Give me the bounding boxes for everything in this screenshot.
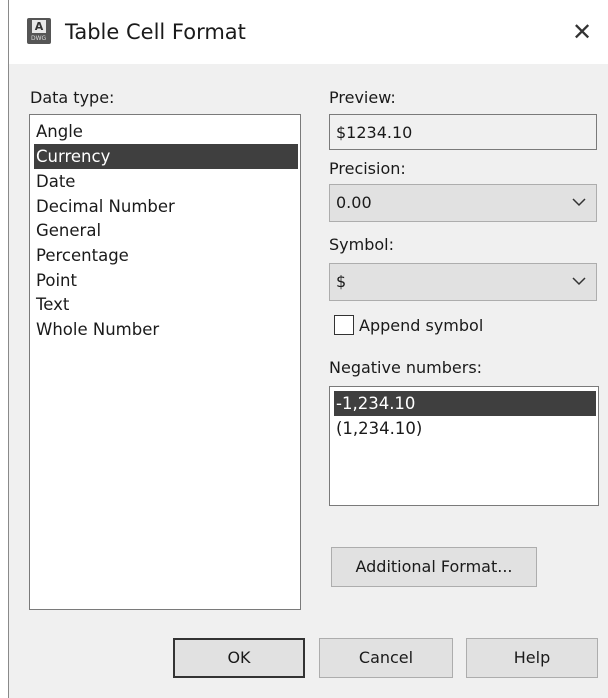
list-item-selected[interactable]: -1,234.10 [334, 391, 596, 416]
symbol-value: $ [336, 272, 347, 291]
append-symbol-checkbox[interactable] [334, 315, 354, 335]
additional-format-button[interactable]: Additional Format... [331, 547, 537, 587]
list-item[interactable]: Point [34, 268, 298, 293]
negative-numbers-list[interactable]: -1,234.10 (1,234.10) [329, 386, 599, 506]
data-type-list[interactable]: Angle Currency Date Decimal Number Gener… [29, 114, 301, 610]
list-item[interactable]: Whole Number [34, 317, 298, 342]
list-item[interactable]: Decimal Number [34, 194, 298, 219]
symbol-label: Symbol: [329, 235, 394, 254]
list-item[interactable]: General [34, 218, 298, 243]
table-cell-format-dialog: A DWG Table Cell Format ✕ Data type: Ang… [8, 0, 608, 698]
help-button[interactable]: Help [466, 638, 598, 678]
list-item[interactable]: (1,234.10) [334, 416, 596, 441]
title-bar: A DWG Table Cell Format ✕ [9, 0, 608, 64]
precision-label: Precision: [329, 159, 406, 178]
data-type-label: Data type: [30, 88, 115, 107]
chevron-down-icon [572, 277, 586, 286]
dialog-title: Table Cell Format [65, 20, 246, 44]
precision-dropdown[interactable]: 0.00 [329, 184, 597, 222]
append-symbol-label: Append symbol [359, 316, 484, 335]
list-item[interactable]: Date [34, 169, 298, 194]
list-item[interactable]: Text [34, 292, 298, 317]
close-button[interactable]: ✕ [564, 14, 600, 50]
autocad-app-icon: A DWG [27, 18, 51, 44]
list-item[interactable]: Angle [34, 119, 298, 144]
precision-value: 0.00 [336, 193, 372, 212]
negative-numbers-label: Negative numbers: [329, 358, 483, 377]
list-item-selected[interactable]: Currency [34, 144, 298, 169]
ok-button[interactable]: OK [173, 638, 305, 678]
symbol-dropdown[interactable]: $ [329, 263, 597, 301]
list-item[interactable]: Percentage [34, 243, 298, 268]
preview-label: Preview: [329, 88, 396, 107]
chevron-down-icon [572, 198, 586, 207]
preview-field: $1234.10 [329, 114, 597, 150]
cancel-button[interactable]: Cancel [319, 638, 453, 678]
